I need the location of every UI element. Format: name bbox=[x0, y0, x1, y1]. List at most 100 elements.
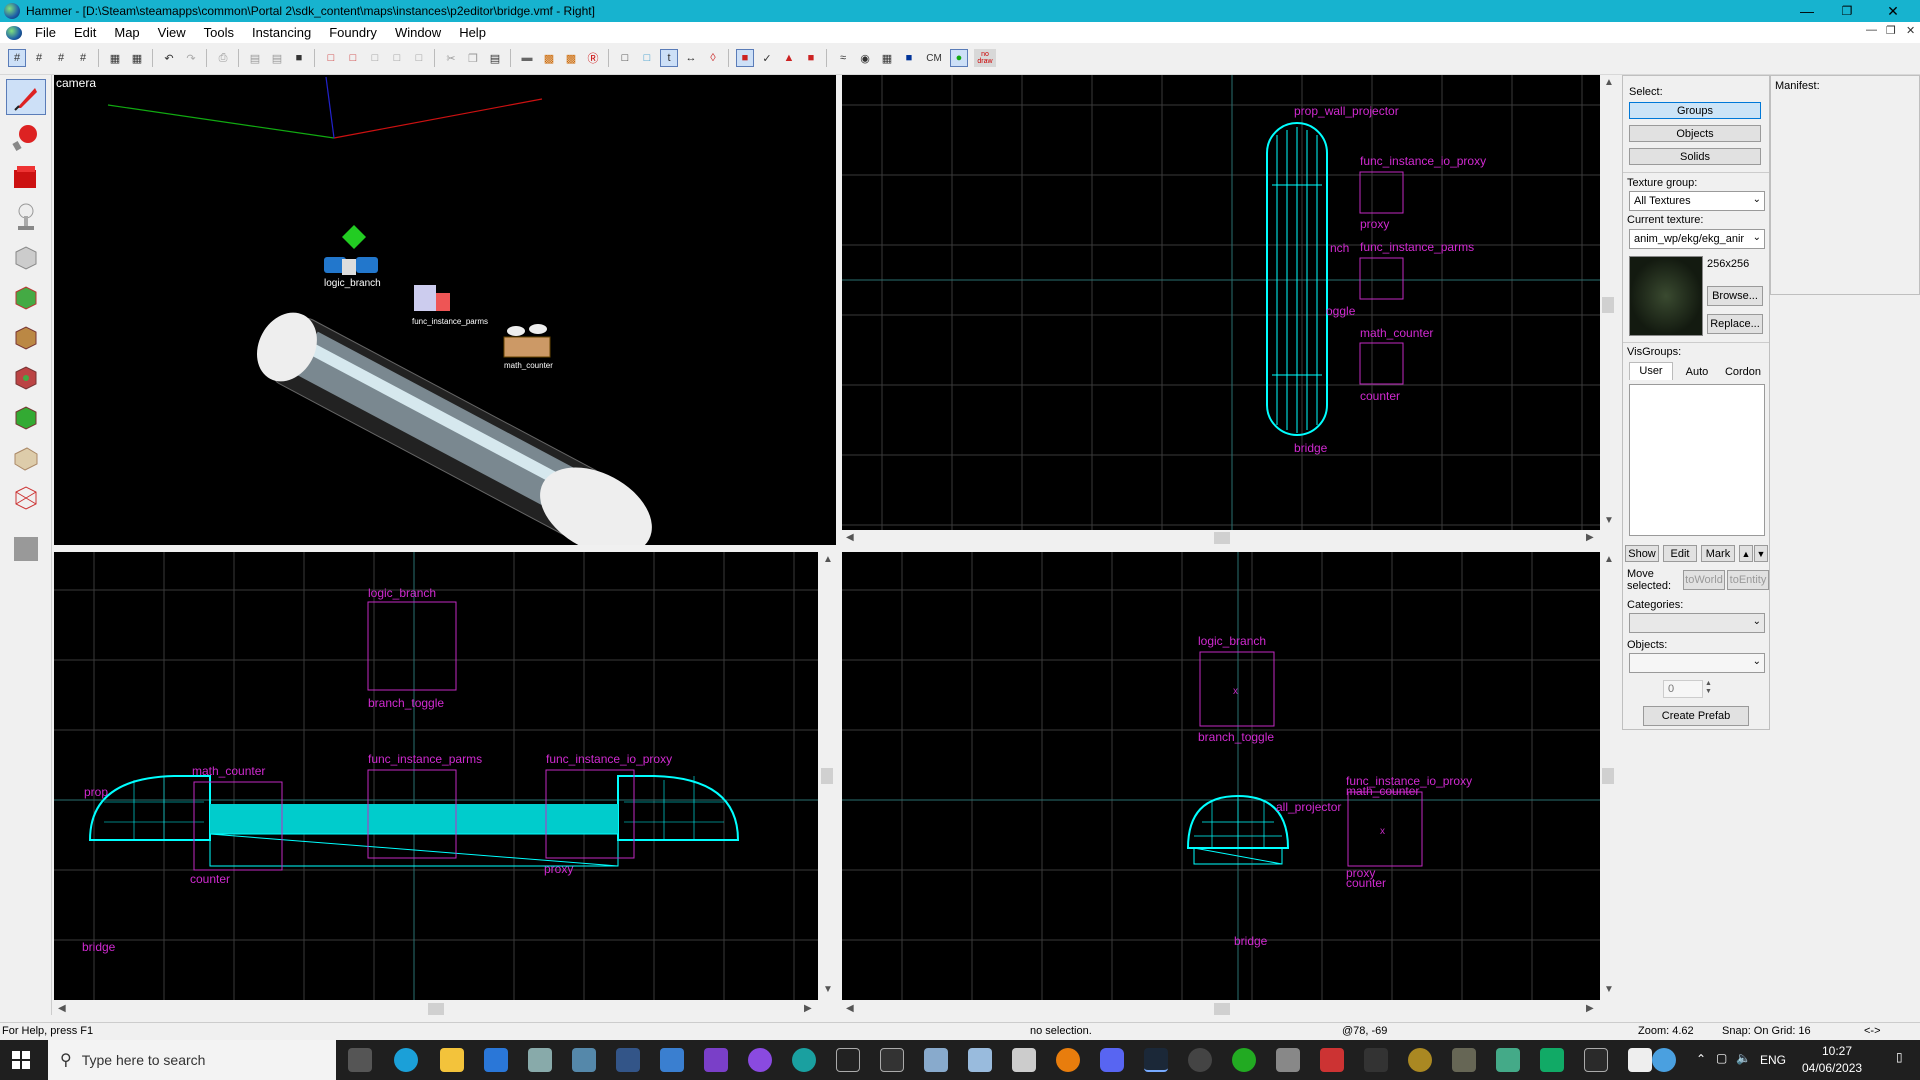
camera-tool[interactable] bbox=[6, 159, 46, 195]
scroll-left-icon[interactable]: ◀ bbox=[846, 532, 854, 543]
document-icon[interactable] bbox=[6, 25, 22, 40]
toggle-lighting-icon[interactable]: ◉ bbox=[856, 49, 874, 67]
grid-larger-icon[interactable]: # bbox=[74, 49, 92, 67]
move-up-icon[interactable]: ▲ bbox=[1739, 545, 1753, 562]
clipping-tool[interactable] bbox=[6, 439, 46, 475]
cubemap-button[interactable]: CM bbox=[922, 49, 946, 67]
to-world-button[interactable]: toWorld bbox=[1683, 570, 1725, 590]
menu-instancing[interactable]: Instancing bbox=[243, 25, 320, 40]
scroll-up-icon[interactable]: ▲ bbox=[1604, 554, 1614, 565]
app-icon-9[interactable] bbox=[1320, 1048, 1344, 1072]
print-icon[interactable]: ⎙ bbox=[214, 49, 232, 67]
discord-icon[interactable] bbox=[1100, 1048, 1124, 1072]
select-all-icon[interactable]: □ bbox=[616, 49, 634, 67]
menu-tools[interactable]: Tools bbox=[195, 25, 243, 40]
scroll-thumb[interactable] bbox=[821, 768, 833, 784]
no-draw-button[interactable]: no draw bbox=[974, 49, 996, 67]
github-icon[interactable] bbox=[748, 1048, 772, 1072]
cut-icon[interactable]: ✂ bbox=[442, 49, 460, 67]
path-tool[interactable] bbox=[6, 531, 46, 567]
close-button[interactable]: ✕ bbox=[1870, 0, 1916, 22]
notification-icon[interactable]: ▯ bbox=[1896, 1050, 1903, 1064]
select-objects-button[interactable]: Objects bbox=[1629, 125, 1761, 142]
decal-tool[interactable] bbox=[6, 359, 46, 395]
viewport-top-right[interactable]: prop_wall_projector func_instance_io_pro… bbox=[842, 75, 1600, 530]
scroll-thumb[interactable] bbox=[1602, 768, 1614, 784]
mdi-minimize-icon[interactable]: — bbox=[1866, 24, 1877, 36]
magnify-tool[interactable] bbox=[6, 119, 46, 155]
menu-window[interactable]: Window bbox=[386, 25, 450, 40]
app-icon-8[interactable] bbox=[1276, 1048, 1300, 1072]
vertex-tool[interactable] bbox=[6, 479, 46, 515]
visgroup-list[interactable] bbox=[1629, 384, 1765, 536]
scroll-thumb[interactable] bbox=[1214, 1003, 1230, 1015]
scroll-right-icon[interactable]: ▶ bbox=[1586, 532, 1594, 543]
toggle-grid-icon[interactable]: ▦ bbox=[878, 49, 896, 67]
select-solids-button[interactable]: Solids bbox=[1629, 148, 1761, 165]
taskbar-search[interactable]: ⚲ Type here to search bbox=[48, 1040, 336, 1080]
visgroup-mark-button[interactable]: Mark bbox=[1701, 545, 1735, 562]
overlay-icon[interactable]: ▩ bbox=[562, 49, 580, 67]
carve-icon[interactable]: ▤ bbox=[246, 49, 264, 67]
app-icon-1[interactable] bbox=[528, 1048, 552, 1072]
menu-foundry[interactable]: Foundry bbox=[320, 25, 386, 40]
current-texture-select[interactable]: anim_wp/ekg/ekg_anir ⌄ bbox=[1629, 229, 1765, 249]
tab-cordon[interactable]: Cordon bbox=[1721, 364, 1765, 380]
unity-icon[interactable] bbox=[1584, 1048, 1608, 1072]
menu-help[interactable]: Help bbox=[450, 25, 495, 40]
redo-icon[interactable]: ↷ bbox=[182, 49, 200, 67]
file-explorer-icon[interactable] bbox=[440, 1048, 464, 1072]
copy-icon[interactable]: ❐ bbox=[464, 49, 482, 67]
app-icon-3[interactable] bbox=[616, 1048, 640, 1072]
vscode-icon[interactable] bbox=[660, 1048, 684, 1072]
browse-button[interactable]: Browse... bbox=[1707, 286, 1763, 306]
decal-icon[interactable]: ▩ bbox=[540, 49, 558, 67]
menu-view[interactable]: View bbox=[149, 25, 195, 40]
vscroll-bottom-left[interactable]: ▲ ▼ bbox=[818, 552, 836, 1000]
visgroup-edit-button[interactable]: Edit bbox=[1663, 545, 1697, 562]
toggle-visibility-icon[interactable]: ● bbox=[950, 49, 968, 67]
app-icon-12[interactable] bbox=[1452, 1048, 1476, 1072]
menu-map[interactable]: Map bbox=[105, 25, 148, 40]
mdi-close-icon[interactable]: ✕ bbox=[1906, 24, 1915, 37]
visual-studio-icon[interactable] bbox=[704, 1048, 728, 1072]
apply-texture-tool[interactable] bbox=[6, 319, 46, 355]
hide-selected-icon[interactable]: □ bbox=[322, 49, 340, 67]
entity-connections-icon[interactable]: ≈ bbox=[834, 49, 852, 67]
menu-file[interactable]: File bbox=[26, 25, 65, 40]
entity-tool[interactable] bbox=[6, 199, 46, 235]
steam-icon[interactable] bbox=[1144, 1048, 1168, 1072]
menu-edit[interactable]: Edit bbox=[65, 25, 105, 40]
radius-culling-icon[interactable]: Ⓡ bbox=[584, 49, 602, 67]
visgroup-show-button[interactable]: Show bbox=[1625, 545, 1659, 562]
obs-icon[interactable] bbox=[1188, 1048, 1212, 1072]
count-field[interactable]: 0 bbox=[1663, 680, 1703, 698]
toggle-helpers-icon[interactable]: ✓ bbox=[758, 49, 776, 67]
scroll-down-icon[interactable]: ▼ bbox=[1604, 515, 1614, 526]
app-icon-15[interactable] bbox=[1628, 1048, 1652, 1072]
overlay-tool[interactable] bbox=[6, 399, 46, 435]
scroll-thumb[interactable] bbox=[1602, 297, 1614, 313]
categories-select[interactable]: ⌄ bbox=[1629, 613, 1765, 633]
show-all-icon[interactable]: □ bbox=[366, 49, 384, 67]
app-icon-7[interactable] bbox=[1012, 1048, 1036, 1072]
scroll-left-icon[interactable]: ◀ bbox=[846, 1003, 854, 1014]
app-icon-14[interactable] bbox=[1540, 1048, 1564, 1072]
camera-viewport[interactable]: camera logic_branch func_instance_parms … bbox=[54, 75, 836, 545]
toggle-io-icon[interactable]: ■ bbox=[802, 49, 820, 67]
scroll-up-icon[interactable]: ▲ bbox=[823, 554, 833, 565]
scroll-thumb[interactable] bbox=[1214, 532, 1230, 544]
grid-3d-icon[interactable]: # bbox=[30, 49, 48, 67]
toggle-groups-icon[interactable]: ■ bbox=[900, 49, 918, 67]
mdi-restore-icon[interactable]: ❐ bbox=[1886, 24, 1896, 37]
move-down-icon[interactable]: ▼ bbox=[1754, 545, 1768, 562]
visgroup-icon[interactable]: □ bbox=[388, 49, 406, 67]
scroll-right-icon[interactable]: ▶ bbox=[804, 1003, 812, 1014]
scroll-down-icon[interactable]: ▼ bbox=[1604, 984, 1614, 995]
paste-icon[interactable]: ▤ bbox=[486, 49, 504, 67]
grid-smaller-icon[interactable]: # bbox=[52, 49, 70, 67]
to-entity-button[interactable]: toEntity bbox=[1727, 570, 1769, 590]
edge-icon[interactable] bbox=[394, 1048, 418, 1072]
clock-time[interactable]: 10:27 bbox=[1822, 1044, 1852, 1058]
vscroll-top-right[interactable]: ▲ ▼ bbox=[1600, 75, 1616, 530]
